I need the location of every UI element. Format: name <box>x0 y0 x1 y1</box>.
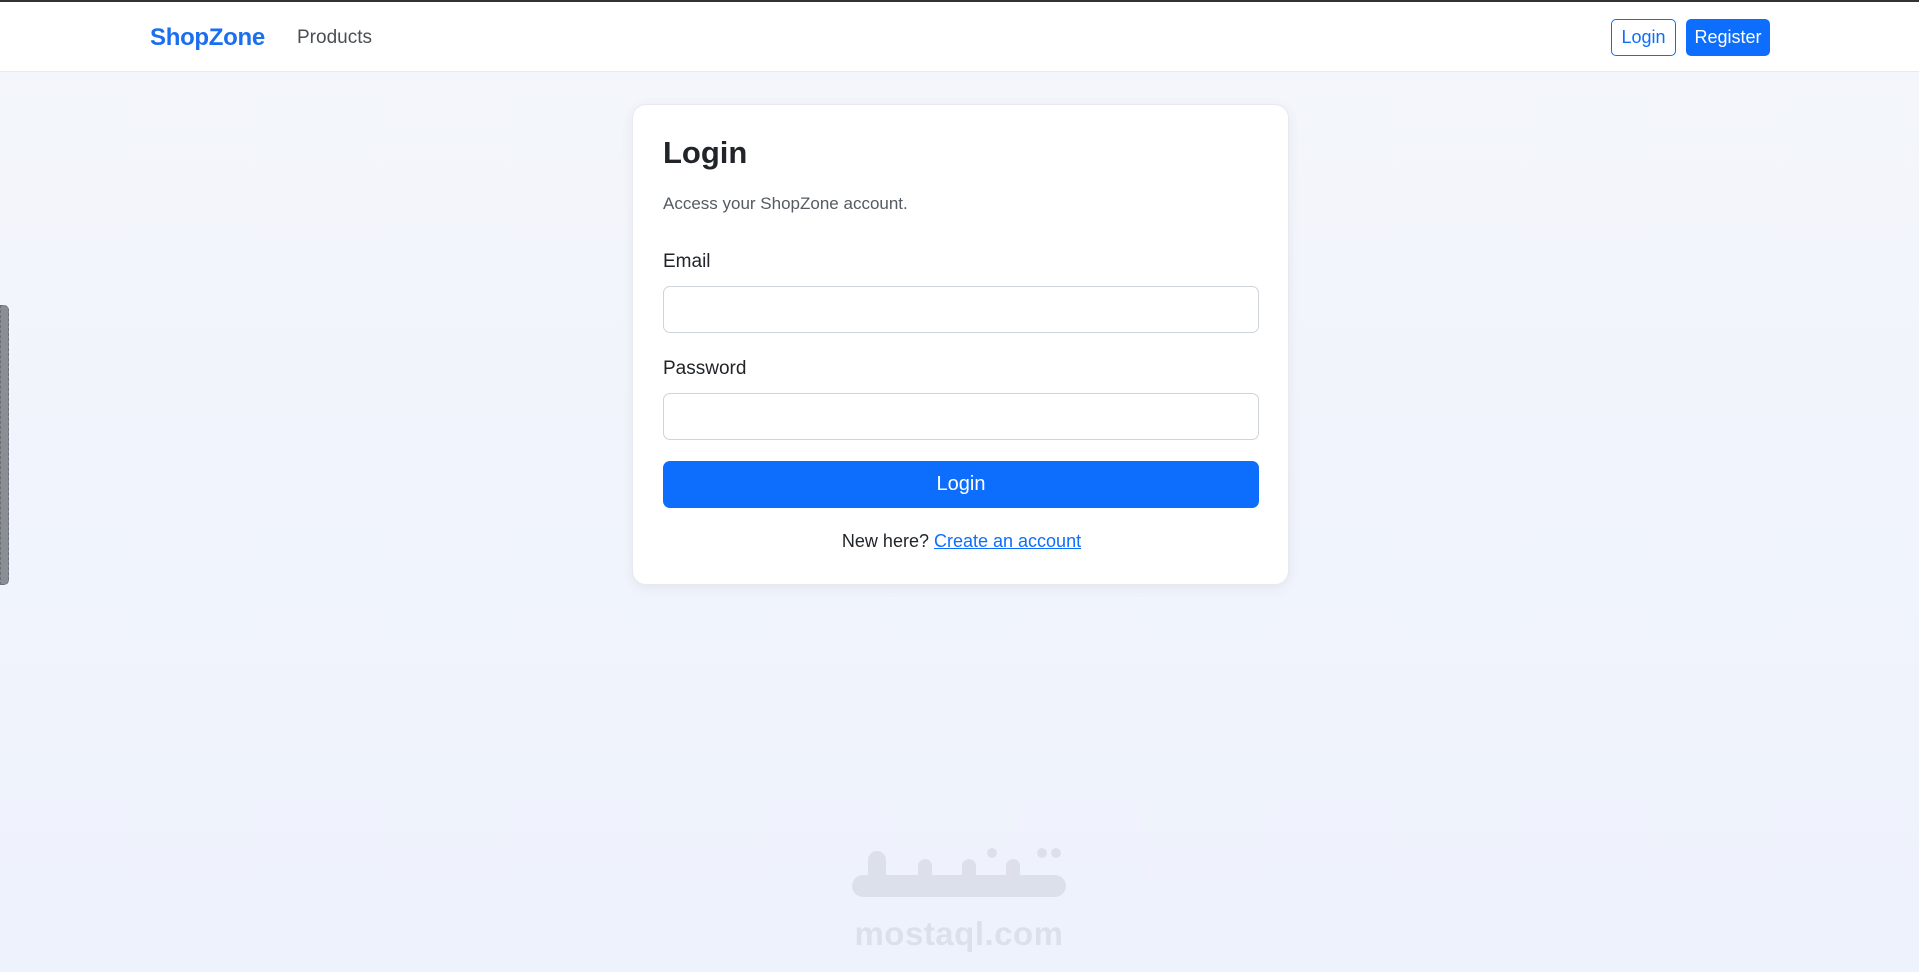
nav-login-button[interactable]: Login <box>1611 19 1676 56</box>
register-prompt: New here? Create an account <box>633 531 1290 552</box>
mostaql-logo-icon <box>852 848 1066 897</box>
navbar: ShopZone Products Login Register <box>0 2 1919 72</box>
email-label: Email <box>663 251 711 272</box>
login-subtitle: Access your ShopZone account. <box>663 194 908 213</box>
login-submit-button[interactable]: Login <box>663 461 1259 508</box>
watermark: mostaql.com <box>842 845 1076 955</box>
watermark-text: mostaql.com <box>854 915 1064 952</box>
password-field[interactable] <box>663 393 1259 440</box>
login-card: Login Access your ShopZone account. Emai… <box>632 104 1289 585</box>
nav-link-products[interactable]: Products <box>297 27 372 49</box>
side-drawer-handle[interactable] <box>0 305 9 585</box>
brand-logo[interactable]: ShopZone <box>150 24 265 52</box>
register-prompt-text: New here? <box>841 531 929 551</box>
email-field[interactable] <box>663 286 1259 333</box>
nav-register-button[interactable]: Register <box>1686 19 1770 56</box>
page-title: Login <box>663 135 748 170</box>
create-account-link[interactable]: Create an account <box>934 531 1081 551</box>
password-label: Password <box>663 358 747 379</box>
